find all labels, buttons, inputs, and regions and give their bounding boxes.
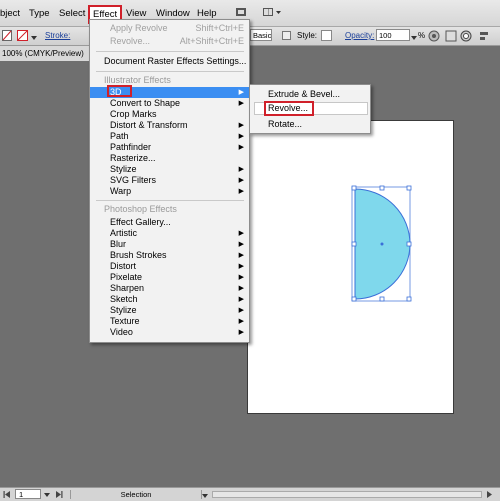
menu-item-stylize-ps[interactable]: Stylize ▶ [90,305,249,316]
menu-item-crop-marks[interactable]: Crop Marks [90,109,249,120]
submenu-arrow-icon: ▶ [238,263,244,270]
menu-help[interactable]: Help [197,8,217,19]
submenu-arrow-icon: ▶ [238,166,244,173]
menu-object[interactable]: bject [0,8,20,19]
submenu-arrow-icon: ▶ [238,274,244,281]
submenu-arrow-icon: ▶ [238,318,244,325]
arrange-documents-icon[interactable] [262,6,282,18]
submenu-arrow-icon: ▶ [238,230,244,237]
submenu-arrow-icon: ▶ [238,296,244,303]
menu-divider [96,200,244,201]
scroll-right-icon[interactable] [486,491,493,500]
submenu-arrow-icon: ▶ [238,100,244,107]
menu-item-sketch[interactable]: Sketch ▶ [90,294,249,305]
menu-item-effect-gallery[interactable]: Effect Gallery... [90,217,249,228]
status-bar: 1 Selection [0,487,500,501]
menu-item-pixelate[interactable]: Pixelate ▶ [90,272,249,283]
menu-type[interactable]: Type [29,8,50,19]
revolve-highlight-box [264,101,314,116]
menu-item-blur[interactable]: Blur ▶ [90,239,249,250]
next-page-icon[interactable] [55,491,63,500]
menu-window[interactable]: Window [156,8,190,19]
menu-divider [96,71,244,72]
menu-item-stylize[interactable]: Stylize ▶ [90,164,249,175]
style-swatch-icon[interactable] [282,31,291,42]
recolor-artwork-icon[interactable] [428,30,440,44]
align-icon[interactable] [478,30,490,44]
photoshop-effects-header: Photoshop Effects [104,204,177,214]
menu-item-document-raster-effects[interactable]: Document Raster Effects Settings... [90,56,249,67]
opacity-label[interactable]: Opacity: [345,31,374,40]
status-mode[interactable]: Selection [70,490,202,499]
opacity-field[interactable]: 100 [376,29,410,41]
submenu-arrow-icon: ▶ [238,285,244,292]
opacity-chevron-icon[interactable] [411,33,417,43]
menu-view[interactable]: View [126,8,146,19]
menu-select[interactable]: Select [59,8,85,19]
submenu-item-extrude-bevel[interactable]: Extrude & Bevel... [250,89,370,100]
stroke-swatch-icon[interactable] [17,30,30,41]
submenu-arrow-icon: ▶ [238,133,244,140]
menu-item-video[interactable]: Video ▶ [90,327,249,338]
submenu-arrow-icon: ▶ [238,177,244,184]
menu-item-distort[interactable]: Distort ▶ [90,261,249,272]
bridge-icon[interactable] [235,6,247,18]
half-circle-shape[interactable] [350,185,415,303]
horizontal-scrollbar[interactable] [212,491,482,498]
submenu-arrow-icon: ▶ [238,307,244,314]
menu-item-convert-to-shape[interactable]: Convert to Shape ▶ [90,98,249,109]
style-label: Style: [297,31,318,40]
brush-definition-field[interactable]: Basic [250,29,272,41]
menu-item-pathfinder[interactable]: Pathfinder ▶ [90,142,249,153]
submenu-arrow-icon: ▶ [238,144,244,151]
menu-item-revolve: Revolve... Alt+Shift+Ctrl+E [110,36,244,46]
menu-item-artistic[interactable]: Artistic ▶ [90,228,249,239]
fill-swatch-icon[interactable] [2,30,12,41]
effect-menu: Apply Revolve Shift+Ctrl+E Revolve... Al… [89,19,250,343]
chevron-down-icon[interactable] [31,33,37,43]
menu-item-texture[interactable]: Texture ▶ [90,316,249,327]
menu-item-rasterize[interactable]: Rasterize... [90,153,249,164]
menu-bar: bject Type Select Effect View Window Hel… [0,0,500,27]
transform-icon[interactable] [445,30,457,44]
submenu-arrow-icon: ▶ [238,329,244,336]
menu-item-warp[interactable]: Warp ▶ [90,186,249,197]
page-dropdown-icon[interactable] [44,491,50,500]
menu-item-path[interactable]: Path ▶ [90,131,249,142]
menu-item-brush-strokes[interactable]: Brush Strokes ▶ [90,250,249,261]
menu-item-sharpen[interactable]: Sharpen ▶ [90,283,249,294]
document-tab[interactable]: 100% (CMYK/Preview) [0,46,93,61]
menu-item-distort-transform[interactable]: Distort & Transform ▶ [90,120,249,131]
control-bar: Stroke: Basic Style: Opacity: 100 % [0,27,500,46]
submenu-item-rotate[interactable]: Rotate... [250,119,370,130]
submenu-arrow-icon: ▶ [238,252,244,259]
percent-label: % [418,31,426,40]
submenu-arrow-icon: ▶ [238,122,244,129]
style-picker[interactable] [321,30,332,41]
3d-highlight-box [107,85,132,97]
submenu-arrow-icon: ▶ [238,241,244,248]
menu-divider [96,51,244,52]
menu-item-svg-filters[interactable]: SVG Filters ▶ [90,175,249,186]
menu-item-apply-revolve: Apply Revolve Shift+Ctrl+E [110,23,244,33]
stroke-label[interactable]: Stroke: [45,31,70,40]
submenu-arrow-icon: ▶ [238,188,244,195]
global-icon[interactable] [460,30,472,44]
page-number-field[interactable]: 1 [15,489,41,499]
submenu-arrow-icon: ▶ [238,89,244,96]
first-page-icon[interactable] [3,491,11,500]
